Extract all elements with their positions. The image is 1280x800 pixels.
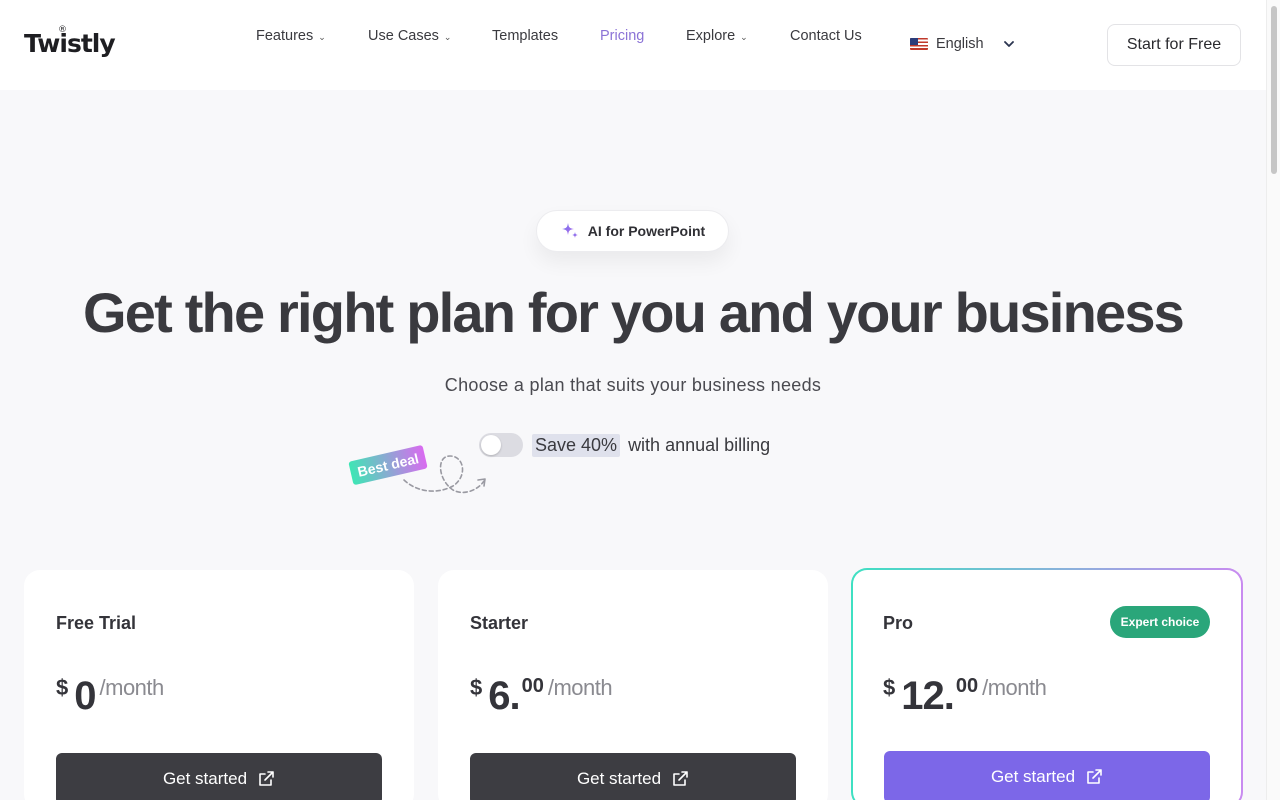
page-scrollbar[interactable] bbox=[1266, 0, 1280, 800]
button-label: Get started bbox=[990, 767, 1076, 786]
plan-card-starter: Starter $ 6. 00 /month Get started bbox=[438, 570, 828, 800]
nav-item-templates[interactable]: Templates bbox=[492, 28, 558, 44]
price-amount: 0 bbox=[74, 674, 96, 718]
nav-item-features[interactable]: Features ⌄ bbox=[256, 28, 326, 44]
scrollbar-thumb[interactable] bbox=[1271, 6, 1277, 174]
price-period: /month bbox=[99, 675, 165, 700]
logo-text: Twistly bbox=[24, 29, 116, 58]
page-title: Get the right plan for you and your busi… bbox=[82, 281, 1185, 344]
external-link-icon bbox=[673, 771, 688, 786]
price-cents: 00 bbox=[521, 675, 544, 697]
pill-label: AI for PowerPoint bbox=[587, 223, 706, 239]
currency-symbol: $ bbox=[470, 675, 483, 700]
chevron-down-icon bbox=[1003, 41, 1014, 47]
start-for-free-button[interactable]: Start for Free bbox=[1107, 24, 1241, 66]
expert-choice-badge: Expert choice bbox=[1110, 606, 1210, 638]
registered-mark: ® bbox=[58, 25, 67, 35]
ai-for-powerpoint-pill: AI for PowerPoint bbox=[536, 210, 729, 252]
external-link-icon bbox=[1087, 769, 1102, 784]
nav-item-label: Contact Us bbox=[790, 28, 862, 44]
nav-item-label: Features bbox=[256, 28, 314, 44]
language-selector[interactable]: English bbox=[910, 36, 1014, 52]
page-subtitle: Choose a plan that suits your business n… bbox=[444, 375, 822, 395]
nav-item-contact-us[interactable]: Contact Us bbox=[790, 28, 862, 44]
annual-billing-label: with annual billing bbox=[628, 434, 771, 455]
site-header: Twistly ® Features ⌄ Use Cases ⌄ Templat… bbox=[0, 0, 1266, 90]
price-cents: 00 bbox=[955, 675, 979, 697]
save-percent-label: Save 40% bbox=[532, 433, 621, 457]
price-period: /month bbox=[982, 675, 1047, 700]
logo[interactable]: Twistly ® bbox=[24, 25, 116, 58]
annual-billing-toggle-row: Save 40% with annual billing bbox=[479, 433, 770, 457]
nav-item-label: Use Cases bbox=[368, 28, 439, 44]
price-period: /month bbox=[547, 675, 613, 700]
plan-price: $ 12. 00 /month bbox=[883, 672, 1047, 719]
currency-symbol: $ bbox=[883, 675, 896, 700]
plan-name: Free Trial bbox=[56, 613, 137, 633]
nav-item-label: Pricing bbox=[600, 28, 645, 44]
plan-name: Starter bbox=[470, 613, 529, 633]
curly-arrow-icon bbox=[403, 455, 486, 494]
chevron-down-icon: ⌄ bbox=[318, 31, 326, 42]
nav-item-use-cases[interactable]: Use Cases ⌄ bbox=[368, 28, 451, 44]
language-label: English bbox=[936, 36, 984, 52]
plan-card-pro: Pro Expert choice $ 12. 00 /month Get st… bbox=[851, 568, 1243, 800]
chevron-down-icon: ⌄ bbox=[740, 31, 748, 42]
plan-name: Pro bbox=[883, 613, 914, 633]
chevron-down-icon: ⌄ bbox=[443, 31, 452, 42]
nav-item-label: Templates bbox=[492, 28, 559, 44]
get-started-button[interactable]: Get started bbox=[56, 753, 382, 800]
plan-price: $ 6. 00 /month bbox=[470, 672, 613, 719]
us-flag-icon bbox=[910, 38, 928, 50]
price-amount: 6. bbox=[488, 674, 520, 718]
nav-item-label: Explore bbox=[686, 28, 736, 44]
get-started-button[interactable]: Get started bbox=[884, 751, 1210, 800]
nav-item-pricing[interactable]: Pricing bbox=[600, 28, 644, 44]
plan-price: $ 0 /month bbox=[56, 672, 164, 719]
external-link-icon bbox=[259, 771, 274, 786]
nav-item-explore[interactable]: Explore ⌄ bbox=[686, 28, 748, 44]
plan-card-free-trial: Free Trial $ 0 /month Get started bbox=[24, 570, 414, 800]
sparkle-icon bbox=[561, 223, 578, 238]
currency-symbol: $ bbox=[56, 675, 69, 700]
get-started-button[interactable]: Get started bbox=[470, 753, 796, 800]
button-label: Get started bbox=[162, 769, 248, 788]
price-amount: 12. bbox=[901, 674, 955, 718]
button-label: Get started bbox=[576, 769, 662, 788]
